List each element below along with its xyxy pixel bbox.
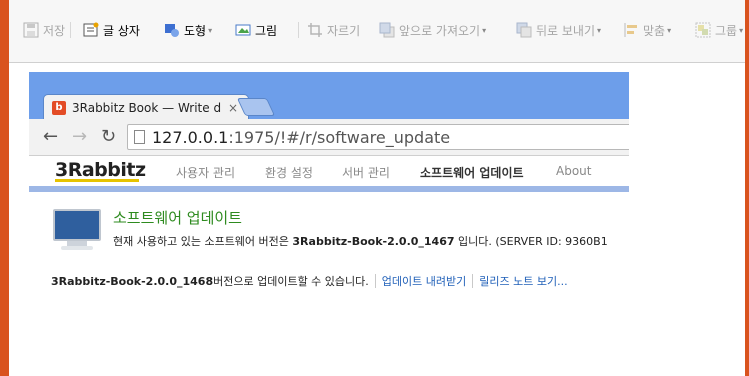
bring-forward-label: 앞으로 가져오기 [399, 23, 481, 38]
nav-user-management[interactable]: 사용자 관리 [176, 164, 235, 181]
send-backward-icon [516, 22, 532, 38]
favicon-icon: b [52, 100, 66, 115]
save-button[interactable]: 저장 [23, 19, 65, 41]
image-label: 그림 [255, 23, 278, 38]
align-icon [623, 22, 639, 38]
toolbar-divider [298, 22, 299, 38]
chevron-down-icon: ▾ [739, 25, 744, 35]
chevron-down-icon: ▾ [597, 25, 602, 35]
current-version-text: 현재 사용하고 있는 소프트웨어 버전은 3Rabbitz-Book-2.0.0… [113, 233, 608, 249]
image-icon [235, 22, 251, 38]
textbox-label: 글 상자 [103, 23, 140, 38]
group-icon [695, 22, 711, 38]
reload-icon[interactable]: ↻ [101, 127, 116, 147]
nav-server-management[interactable]: 서버 관리 [342, 164, 390, 181]
image-button[interactable]: 그림 [235, 19, 277, 41]
chevron-down-icon: ▾ [482, 25, 487, 35]
group-label: 그룹 [715, 23, 738, 38]
shape-button[interactable]: 도형 ▾ [164, 19, 212, 41]
current-version: 3Rabbitz-Book-2.0.0_1467 [292, 235, 455, 248]
url-text: 127.0.0.1:1975/!#/r/software_update [152, 128, 450, 147]
send-backward-label: 뒤로 보내기 [536, 23, 596, 38]
divider [472, 274, 474, 288]
page-title: 소프트웨어 업데이트 [113, 209, 242, 227]
forward-icon[interactable]: → [72, 127, 87, 147]
shape-label: 도형 [184, 23, 207, 38]
desc-prefix: 현재 사용하고 있는 소프트웨어 버전은 [113, 235, 293, 248]
monitor-icon [53, 209, 101, 251]
bring-forward-button[interactable]: 앞으로 가져오기 ▾ [379, 19, 486, 41]
close-icon[interactable]: × [228, 101, 238, 115]
save-label: 저장 [43, 23, 66, 38]
align-button[interactable]: 맞춤 ▾ [623, 19, 671, 41]
nav-software-update[interactable]: 소프트웨어 업데이트 [420, 164, 524, 181]
bring-forward-icon [379, 22, 395, 38]
textbox-button[interactable]: 글 상자 [83, 19, 140, 41]
app-logo[interactable]: 3Rabbitz [55, 159, 146, 181]
align-label: 맞춤 [643, 23, 666, 38]
address-bar[interactable]: 127.0.0.1:1975/!#/r/software_update [127, 124, 629, 150]
url-path: :1975/!#/r/software_update [228, 127, 451, 147]
url-host: 127.0.0.1 [152, 127, 229, 147]
nav-settings[interactable]: 환경 설정 [265, 164, 313, 181]
back-icon[interactable]: ← [43, 127, 58, 147]
editor-toolbar: 저장 글 상자 도형 ▾ 그림 자르기 앞으로 가져오기 ▾ 뒤로 보내기 ▾ … [9, 0, 745, 63]
chevron-down-icon: ▾ [667, 25, 672, 35]
nav-about[interactable]: About [556, 164, 591, 178]
browser-toolbar: ← → ↻ 127.0.0.1:1975/!#/r/software_updat… [29, 119, 629, 156]
toolbar-divider [70, 22, 71, 38]
save-icon [23, 22, 39, 38]
desc-suffix: 입니다. (SERVER ID: 9360B1 [454, 235, 608, 248]
send-backward-button[interactable]: 뒤로 보내기 ▾ [516, 19, 601, 41]
crop-label: 자르기 [327, 23, 361, 38]
editor-frame-right [745, 0, 749, 376]
divider [374, 274, 376, 288]
crop-icon [307, 22, 323, 38]
navbar-border [29, 186, 629, 192]
page-icon [134, 130, 145, 144]
new-version: 3Rabbitz-Book-2.0.0_1468 [51, 274, 214, 288]
crop-button[interactable]: 자르기 [307, 19, 360, 41]
release-notes-link[interactable]: 릴리즈 노트 보기... [479, 273, 567, 289]
download-update-link[interactable]: 업데이트 내려받기 [382, 273, 466, 289]
editor-frame-left [0, 0, 9, 376]
textbox-icon [83, 22, 99, 38]
group-button[interactable]: 그룹 ▾ [695, 19, 743, 41]
update-available-line: 3Rabbitz-Book-2.0.0_1468 버전으로 업데이트할 수 있습… [51, 273, 568, 289]
update-text: 버전으로 업데이트할 수 있습니다. [213, 275, 369, 288]
logo-underline [55, 179, 139, 182]
chevron-down-icon: ▾ [208, 25, 213, 35]
browser-window: b 3Rabbitz Book — Write d × ← → ↻ 127.0.… [29, 72, 629, 304]
browser-tab[interactable]: b 3Rabbitz Book — Write d × [43, 94, 249, 120]
shape-icon [164, 22, 180, 38]
tab-title: 3Rabbitz Book — Write d [72, 100, 222, 115]
